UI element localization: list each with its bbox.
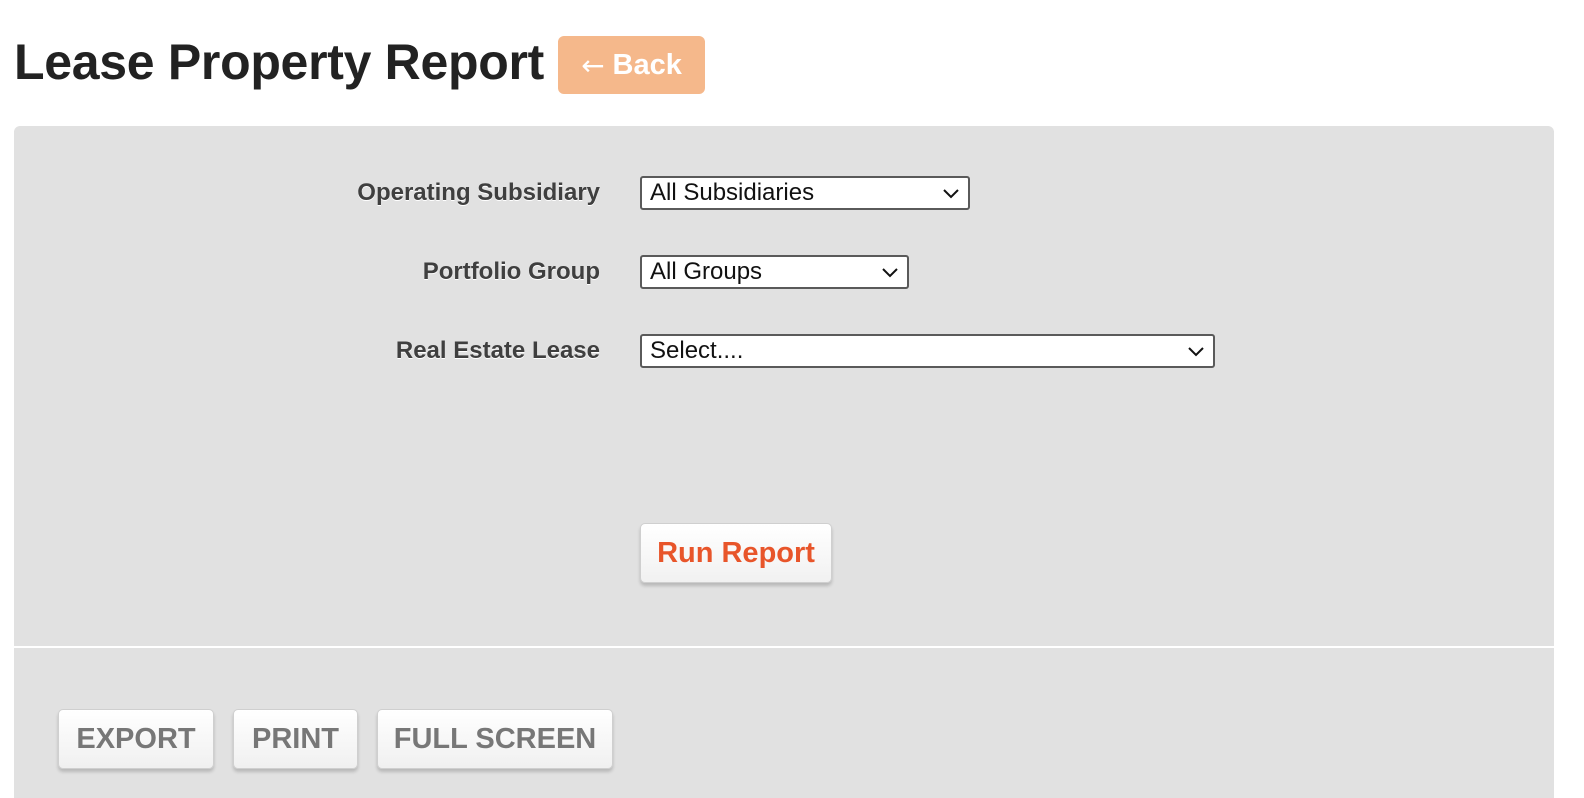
portfolio-group-value: All Groups	[650, 258, 763, 285]
form-row-portfolio-group: Portfolio Group All Groups	[14, 255, 909, 289]
back-button[interactable]: ← Back	[557, 36, 705, 94]
print-button[interactable]: PRINT	[233, 709, 358, 769]
run-report-button[interactable]: Run Report	[640, 523, 832, 583]
arrow-left-icon: ←	[581, 48, 605, 82]
chevron-down-icon	[882, 268, 898, 278]
page-header: Lease Property Report ← Back	[14, 30, 705, 94]
chevron-down-icon	[1188, 347, 1204, 357]
back-button-label: Back	[612, 48, 682, 81]
operating-subsidiary-value: All Subsidiaries	[650, 179, 815, 206]
portfolio-group-label: Portfolio Group	[422, 258, 600, 285]
report-filter-panel: Operating Subsidiary All Subsidiaries Po…	[14, 126, 1554, 798]
panel-divider	[14, 646, 1554, 648]
page-title: Lease Property Report	[14, 34, 544, 90]
form-row-real-estate-lease: Real Estate Lease Select....	[14, 334, 1215, 368]
operating-subsidiary-label: Operating Subsidiary	[357, 179, 600, 206]
operating-subsidiary-select[interactable]: All Subsidiaries	[640, 176, 970, 210]
chevron-down-icon	[943, 189, 959, 199]
portfolio-group-select[interactable]: All Groups	[640, 255, 909, 289]
full-screen-button[interactable]: FULL SCREEN	[377, 709, 613, 769]
real-estate-lease-select[interactable]: Select....	[640, 334, 1215, 368]
real-estate-lease-value: Select....	[650, 337, 744, 364]
real-estate-lease-label: Real Estate Lease	[395, 337, 600, 364]
export-button[interactable]: EXPORT	[58, 709, 214, 769]
form-row-operating-subsidiary: Operating Subsidiary All Subsidiaries	[14, 176, 970, 210]
